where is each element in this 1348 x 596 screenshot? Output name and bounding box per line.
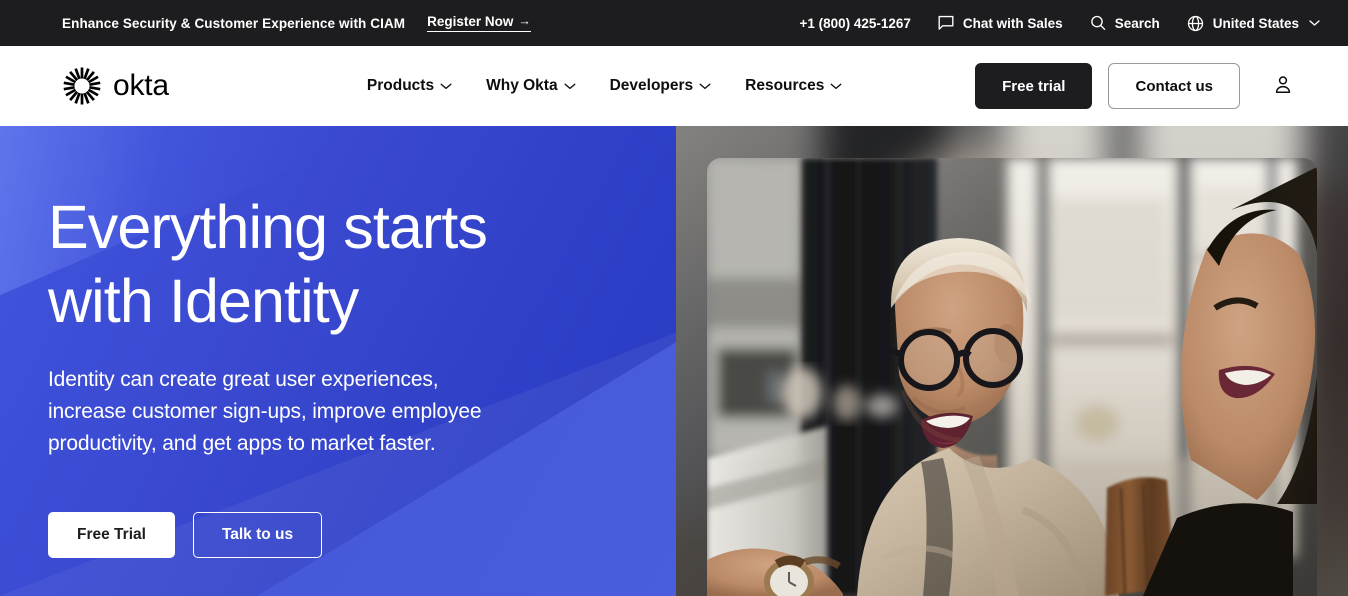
hero-section: Everything starts with Identity Identity… [0,126,1348,596]
announcement-group: Enhance Security & Customer Experience w… [62,14,531,32]
hero-media-panel [676,126,1348,596]
chevron-down-icon [699,77,711,95]
register-now-label: Register Now [427,14,514,29]
chevron-down-icon [564,77,576,95]
nav-item-developers[interactable]: Developers [610,77,712,95]
chat-with-sales-label: Chat with Sales [962,15,1063,31]
okta-logo-link[interactable]: okta [62,66,169,106]
nav-item-resources[interactable]: Resources [745,77,842,95]
okta-homepage: Enhance Security & Customer Experience w… [0,0,1348,596]
chevron-down-icon [830,77,842,95]
okta-wordmark: okta [113,69,169,102]
globe-icon [1186,14,1205,33]
phone-link[interactable]: +1 (800) 425-1267 [799,16,910,31]
nav-item-why-okta-label: Why Okta [486,77,558,94]
search-link[interactable]: Search [1089,14,1160,32]
announcement-text: Enhance Security & Customer Experience w… [62,15,406,31]
hero-talk-to-us-button[interactable]: Talk to us [192,512,323,558]
chevron-down-icon [440,77,452,95]
hero-subtitle: Identity can create great user experienc… [48,368,482,455]
search-label: Search [1114,15,1160,31]
account-button[interactable] [1270,73,1296,99]
nav-item-products[interactable]: Products [367,77,452,95]
hero-content: Everything starts with Identity Identity… [0,126,640,558]
nav-actions-group: Free trial Contact us [975,63,1296,109]
register-now-link[interactable]: Register Now → [427,14,531,32]
person-icon [1271,73,1295,100]
chat-with-sales-link[interactable]: Chat with Sales [937,14,1063,32]
hero-text-panel: Everything starts with Identity Identity… [0,126,676,596]
okta-sunburst-logo-icon [62,66,102,106]
search-icon [1089,14,1107,32]
utility-links-group: +1 (800) 425-1267 Chat with Sales Search… [799,14,1320,33]
nav-item-why-okta[interactable]: Why Okta [486,77,576,95]
primary-nav-links: Products Why Okta Developers Resources [367,77,843,95]
utility-top-bar: Enhance Security & Customer Experience w… [0,0,1348,46]
chat-bubble-icon [937,14,955,32]
country-label: United States [1212,15,1299,31]
nav-item-resources-label: Resources [745,77,825,94]
hero-cta-group: Free Trial Talk to us [48,512,640,558]
hero-photo-image [707,158,1317,596]
nav-item-developers-label: Developers [609,77,694,94]
hero-photo [707,158,1317,596]
phone-number: +1 (800) 425-1267 [799,15,911,31]
nav-item-products-label: Products [366,77,435,94]
country-selector[interactable]: United States [1186,14,1320,33]
hero-free-trial-button[interactable]: Free Trial [48,512,175,558]
hero-title: Everything starts with Identity [48,193,488,335]
chevron-down-icon [1309,19,1320,27]
main-navigation-bar: okta Products Why Okta Developers Resour… [0,46,1348,126]
free-trial-button[interactable]: Free trial [975,63,1093,109]
arrow-right-icon: → [518,14,531,29]
contact-us-button[interactable]: Contact us [1108,63,1240,109]
